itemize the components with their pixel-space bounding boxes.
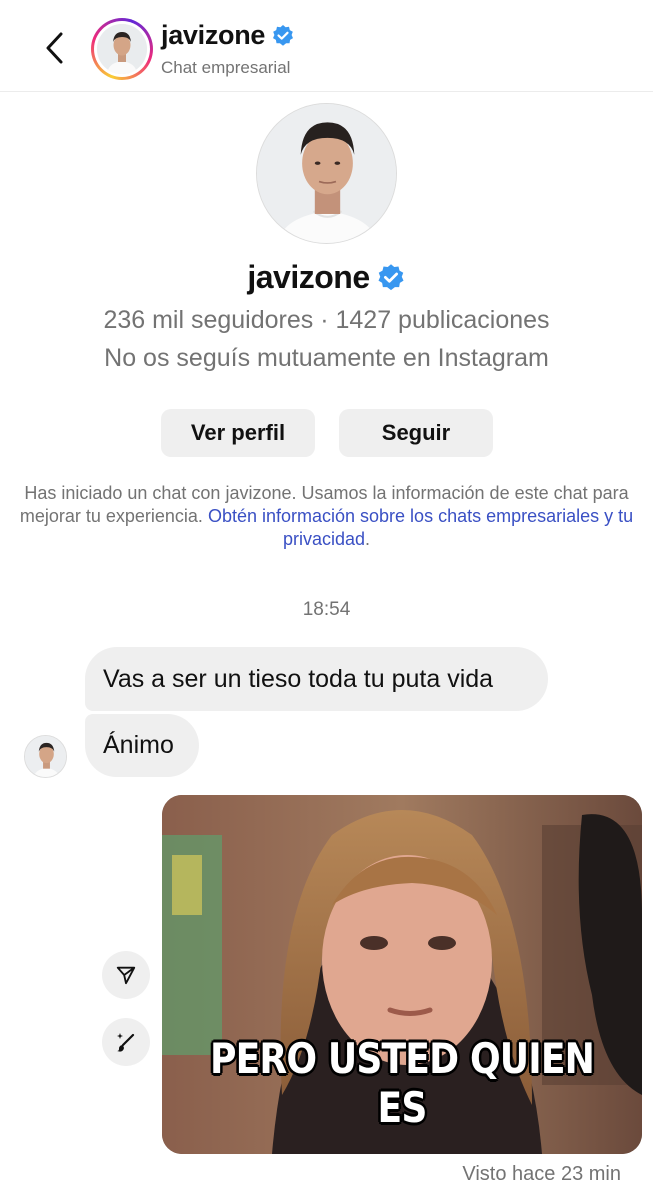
notice-trailing: . (365, 529, 371, 549)
message-timestamp: 18:54 (302, 599, 351, 620)
view-profile-button[interactable]: Ver perfil (161, 409, 315, 457)
profile-username: javizone (247, 259, 370, 295)
verified-badge-icon (378, 263, 404, 290)
message-bubble[interactable]: Vas a ser un tieso toda tu puta vida (85, 647, 548, 711)
header-username: javizone (161, 20, 266, 50)
chat-header: javizone Chat empresarial (0, 0, 653, 92)
magic-brush-icon (117, 1033, 135, 1052)
follow-button[interactable]: Seguir (339, 409, 493, 457)
chevron-left-icon (46, 32, 63, 64)
profile-stats: 236 mil seguidores · 1427 publicaciones (103, 306, 550, 334)
header-subtitle: Chat empresarial (161, 58, 291, 77)
share-button[interactable] (102, 951, 150, 999)
header-avatar[interactable] (91, 18, 153, 80)
ai-edit-button[interactable] (102, 1018, 150, 1066)
sender-avatar[interactable] (24, 735, 67, 778)
privacy-info-link[interactable]: Obtén información sobre los chats empres… (208, 506, 633, 549)
profile-photo[interactable] (256, 103, 397, 244)
verified-badge-icon (273, 24, 294, 46)
image-message[interactable]: PERO USTED QUIEN ES (162, 795, 642, 1154)
business-chat-notice: Has iniciado un chat con javizone. Usamo… (8, 482, 645, 551)
share-send-icon (116, 966, 136, 985)
meme-caption: PERO USTED QUIEN ES (209, 1034, 595, 1132)
back-button[interactable] (36, 28, 72, 68)
header-username-row[interactable]: javizone (161, 20, 295, 51)
avatar-image (97, 24, 147, 74)
profile-username-row: javizone (0, 259, 653, 296)
message-bubble[interactable]: Ánimo (85, 714, 199, 777)
profile-image (257, 104, 396, 243)
message-text: Vas a ser un tieso toda tu puta vida (103, 664, 494, 693)
profile-mutual-status: No os seguís mutuamente en Instagram (104, 344, 549, 372)
message-text: Ánimo (103, 731, 174, 759)
avatar-image (25, 736, 66, 777)
seen-status: Visto hace 23 min (462, 1163, 621, 1185)
